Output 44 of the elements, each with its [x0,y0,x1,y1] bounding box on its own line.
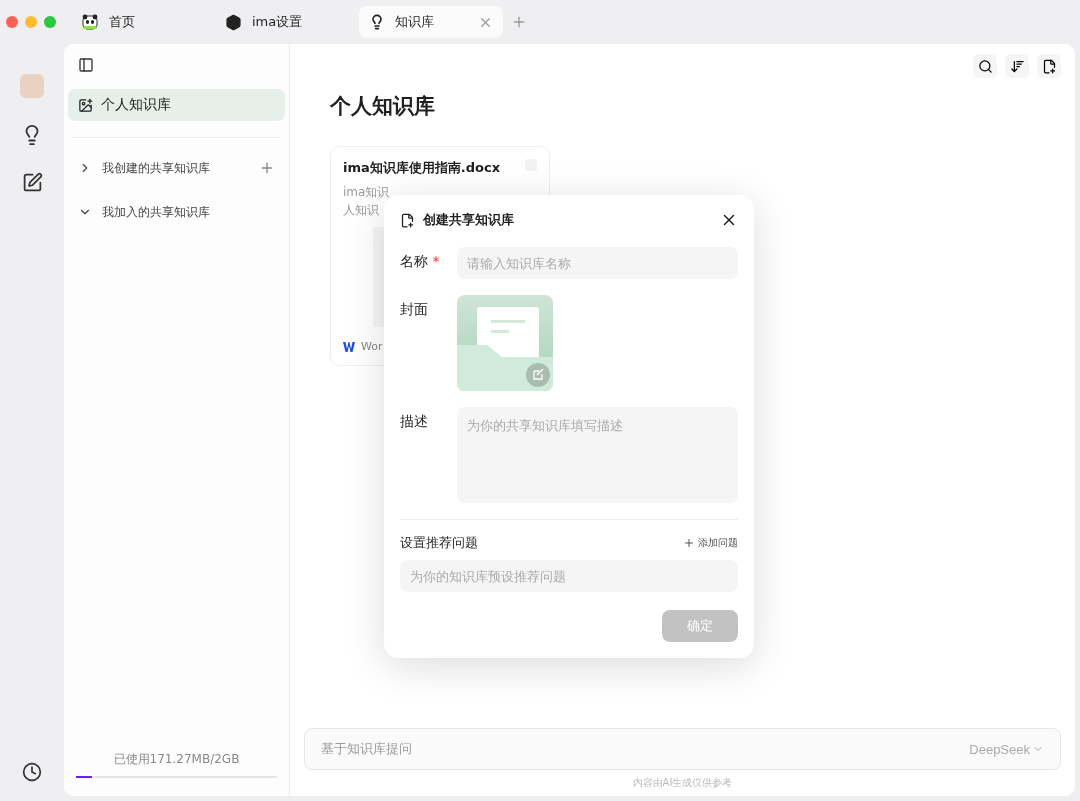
zoom-window-button[interactable] [44,16,56,28]
sidebar-toggle-icon[interactable] [78,57,94,73]
file-plus-icon [1041,58,1057,74]
document-excerpt: ima知识 [343,184,391,201]
sort-icon [1009,58,1025,74]
sort-button[interactable] [1005,54,1029,78]
new-tab-icon[interactable] [511,14,527,30]
knowledge-base-icon [400,212,415,228]
browser-tab[interactable]: ima设置 [215,6,359,38]
page-title: 个人知识库 [330,93,436,120]
sidebar-group[interactable]: 我创建的共享知识库 [68,146,285,190]
ai-disclaimer: 内容由AI生成仅供参考 [632,776,733,790]
storage-usage: 已使用171.27MB/2GB [113,751,240,768]
section-label: 设置推荐问题 [400,534,478,552]
document-source: Wor [361,340,383,353]
search-button[interactable] [973,54,997,78]
field-label: 描述 [400,412,429,431]
search-icon [977,58,993,74]
field-label: 封面 [400,300,429,319]
dialog-title: 创建共享知识库 [423,211,515,229]
add-icon[interactable] [259,160,275,176]
history-icon[interactable] [22,762,42,782]
sidebar-group[interactable]: 我加入的共享知识库 [68,190,285,234]
plus-icon [683,537,695,549]
knowledge-base-icon [78,97,93,113]
browser-tab[interactable]: 知识库 [359,6,503,38]
name-field[interactable]: 请输入知识库名称 [457,247,738,279]
close-window-button[interactable] [6,16,18,28]
description-field[interactable]: 为你的共享知识库填写描述 [457,407,738,503]
hexagon-icon [225,13,242,31]
sidebar-item[interactable]: 个人知识库 [68,89,285,121]
document-title: ima知识库使用指南.docx [343,159,501,177]
browser-tab[interactable]: 首页 [71,6,215,38]
add-question-button[interactable]: 添加问题 [683,536,738,550]
lightbulb-icon [369,14,385,30]
edit-icon[interactable] [21,172,43,193]
minimize-window-button[interactable] [25,16,37,28]
field-label: 名称 * [400,252,441,271]
new-file-button[interactable] [1037,54,1061,78]
panda-icon [81,13,99,31]
question-field[interactable]: 为你的知识库预设推荐问题 [400,560,738,592]
word-icon [343,340,355,353]
cover-image[interactable] [457,295,553,391]
required-mark: * [431,253,440,269]
